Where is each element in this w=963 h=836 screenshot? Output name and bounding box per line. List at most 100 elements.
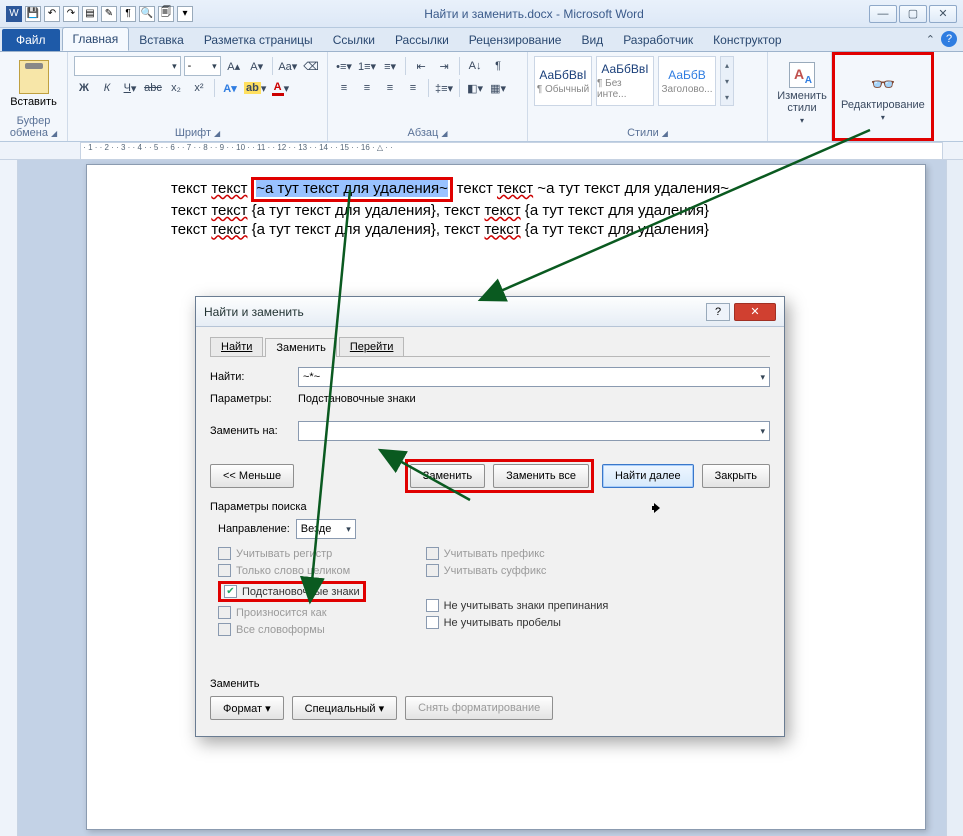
undo-icon[interactable]: ↶ — [44, 6, 60, 22]
tab-mailings[interactable]: Рассылки — [385, 29, 459, 51]
help-icon[interactable]: ? — [941, 31, 957, 47]
check-ignore-space[interactable]: Не учитывать пробелы — [426, 616, 609, 629]
save-icon[interactable]: 💾 — [25, 6, 41, 22]
tab-design[interactable]: Конструктор — [703, 29, 791, 51]
highlight-button[interactable]: ab▾ — [243, 78, 267, 98]
close-button[interactable]: ✕ — [929, 5, 957, 23]
title-bar: W 💾 ↶ ↷ ▤ ✎ ¶ 🔍 🗐 ▾ Найти и заменить.doc… — [0, 0, 963, 28]
ribbon-tabs: Файл Главная Вставка Разметка страницы С… — [0, 28, 963, 52]
change-styles-button[interactable]: A A Изменить стили ▾ — [774, 56, 830, 125]
sort-button[interactable]: A↓ — [465, 56, 485, 76]
less-button[interactable]: << Меньше — [210, 464, 294, 488]
replace-input[interactable]: ▾ — [298, 421, 770, 441]
dialog-close-button[interactable]: ✕ — [734, 303, 776, 321]
params-label: Параметры: — [210, 393, 298, 405]
tab-find[interactable]: Найти — [210, 337, 263, 356]
check-word-forms: Все словоформы — [218, 623, 366, 636]
find-input[interactable]: ~*~▾ — [298, 367, 770, 387]
borders-button[interactable]: ▦▾ — [488, 78, 508, 98]
bold-button[interactable]: Ж — [74, 78, 94, 98]
tab-home[interactable]: Главная — [62, 27, 130, 51]
bullets-button[interactable]: •≡▾ — [334, 56, 354, 76]
minimize-button[interactable]: ― — [869, 5, 897, 23]
show-marks-button[interactable]: ¶ — [488, 56, 508, 76]
horizontal-ruler[interactable]: · 1 · · 2 · · 3 · · 4 · · 5 · · 6 · · 7 … — [0, 142, 963, 160]
find-next-button[interactable]: Найти далее — [602, 464, 694, 488]
paste-label: Вставить — [10, 96, 57, 108]
grow-font-button[interactable]: A▴ — [224, 56, 244, 76]
vertical-ruler[interactable] — [0, 160, 18, 836]
shrink-font-button[interactable]: A▾ — [247, 56, 267, 76]
replace-all-button[interactable]: Заменить все — [493, 464, 589, 488]
style-nospacing[interactable]: АаБбВвІ¶ Без инте... — [596, 56, 654, 106]
tab-goto[interactable]: Перейти — [339, 337, 405, 356]
paste-icon — [19, 60, 49, 94]
styles-gallery[interactable]: АаБбВвІ¶ Обычный АаБбВвІ¶ Без инте... Аа… — [534, 56, 734, 106]
window-title: Найти и заменить.docx - Microsoft Word — [199, 7, 869, 21]
underline-button[interactable]: Ч▾ — [120, 78, 140, 98]
justify-button[interactable]: ≡ — [403, 78, 423, 98]
style-normal[interactable]: АаБбВвІ¶ Обычный — [534, 56, 592, 106]
find-icon: 👓 — [870, 72, 895, 97]
quick-access-toolbar: W 💾 ↶ ↷ ▤ ✎ ¶ 🔍 🗐 ▾ — [0, 6, 199, 22]
special-button[interactable]: Специальный ▾ — [292, 696, 397, 720]
align-left-button[interactable]: ≡ — [334, 78, 354, 98]
text-effects-button[interactable]: A▾ — [220, 78, 240, 98]
check-wildcards[interactable]: ✔Подстановочные знаки — [224, 585, 360, 598]
replace-button[interactable]: Заменить — [410, 464, 485, 488]
styles-more-button[interactable]: ▴▾▾ — [720, 56, 734, 106]
qat-icon[interactable]: ✎ — [101, 6, 117, 22]
tab-references[interactable]: Ссылки — [323, 29, 385, 51]
replace-label: Заменить на: — [210, 425, 298, 437]
subscript-button[interactable]: x₂ — [166, 78, 186, 98]
paste-button[interactable]: Вставить — [14, 56, 54, 108]
font-color-button[interactable]: A▾ — [270, 78, 290, 98]
format-button[interactable]: Формат ▾ — [210, 696, 284, 720]
tab-layout[interactable]: Разметка страницы — [194, 29, 323, 51]
redo-icon[interactable]: ↷ — [63, 6, 79, 22]
clear-format-button[interactable]: ⌫ — [301, 56, 321, 76]
find-replace-dialog: Найти и заменить ? ✕ Найти Заменить Пере… — [195, 296, 785, 737]
word-app-icon[interactable]: W — [6, 6, 22, 22]
italic-button[interactable]: К — [97, 78, 117, 98]
dialog-help-button[interactable]: ? — [706, 303, 730, 321]
search-params-label: Параметры поиска — [210, 501, 770, 513]
dialog-title-bar[interactable]: Найти и заменить ? ✕ — [196, 297, 784, 327]
check-ignore-punct[interactable]: Не учитывать знаки препинания — [426, 599, 609, 612]
font-size-combo[interactable]: -▾ — [184, 56, 221, 76]
align-center-button[interactable]: ≡ — [357, 78, 377, 98]
change-case-button[interactable]: Aa▾ — [278, 56, 298, 76]
tab-view[interactable]: Вид — [571, 29, 613, 51]
minimize-ribbon-icon[interactable]: ⌃ — [926, 33, 935, 46]
vertical-scrollbar[interactable] — [946, 160, 963, 836]
tab-developer[interactable]: Разработчик — [613, 29, 703, 51]
strike-button[interactable]: abc — [143, 78, 163, 98]
increase-indent-button[interactable]: ⇥ — [434, 56, 454, 76]
shading-button[interactable]: ◧▾ — [465, 78, 485, 98]
qat-icon[interactable]: ▤ — [82, 6, 98, 22]
tab-file[interactable]: Файл — [2, 29, 60, 51]
multilevel-button[interactable]: ≡▾ — [380, 56, 400, 76]
tab-replace[interactable]: Заменить — [265, 338, 336, 357]
style-heading[interactable]: АаБбВЗаголово... — [658, 56, 716, 106]
qat-icon[interactable]: 🗐 — [158, 6, 174, 22]
numbering-button[interactable]: 1≡▾ — [357, 56, 377, 76]
align-right-button[interactable]: ≡ — [380, 78, 400, 98]
document-line: текст текст {а тут текст для удаления}, … — [171, 202, 841, 221]
line-spacing-button[interactable]: ‡≡▾ — [434, 78, 454, 98]
qat-icon[interactable]: ¶ — [120, 6, 136, 22]
superscript-button[interactable]: x² — [189, 78, 209, 98]
cancel-button[interactable]: Закрыть — [702, 464, 770, 488]
group-editing[interactable]: 👓 Редактирование ▾ — [832, 52, 934, 141]
qat-customize-icon[interactable]: ▾ — [177, 6, 193, 22]
maximize-button[interactable]: ▢ — [899, 5, 927, 23]
check-whole-word: Только слово целиком — [218, 564, 366, 577]
font-family-combo[interactable]: ▾ — [74, 56, 181, 76]
group-styles-label: Стили — [627, 127, 659, 139]
decrease-indent-button[interactable]: ⇤ — [411, 56, 431, 76]
qat-icon[interactable]: 🔍 — [139, 6, 155, 22]
tab-review[interactable]: Рецензирование — [459, 29, 572, 51]
tab-insert[interactable]: Вставка — [129, 29, 194, 51]
direction-combo[interactable]: Везде▾ — [296, 519, 356, 539]
ribbon: Вставить Буфер обмена◢ ▾ -▾ A▴ A▾ Aa▾ ⌫ … — [0, 52, 963, 142]
